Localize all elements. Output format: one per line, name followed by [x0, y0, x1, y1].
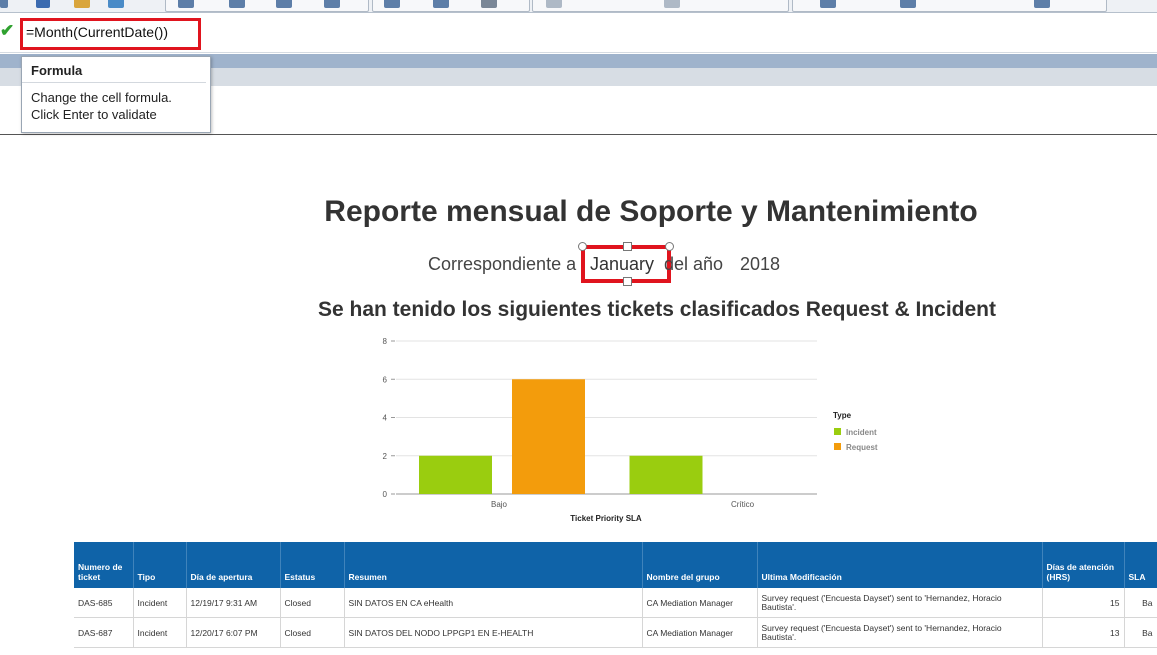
toolbar	[0, 0, 1157, 13]
formula-text: =Month(CurrentDate())	[26, 24, 168, 40]
toolbar-button-8[interactable]	[384, 0, 400, 8]
toolbar-group-4	[792, 0, 1107, 12]
toolbar-button-15[interactable]	[1034, 0, 1050, 8]
subtitle-prefix: Correspondiente a	[428, 254, 577, 274]
subtitle-mid: del año	[664, 254, 724, 274]
y-tick-label: 6	[383, 375, 388, 384]
refresh-icon[interactable]	[108, 0, 124, 8]
bar-incident-1	[629, 455, 703, 494]
cell-resumen[interactable]: SIN DATOS DEL NODO LPPGP1 EN E-HEALTH	[344, 617, 643, 648]
tooltip-title: Formula	[22, 57, 206, 83]
resize-handle-tr[interactable]	[665, 242, 674, 251]
col-header-ultima-modificacion[interactable]: Ultima Modificación	[757, 542, 1043, 588]
cell-grupo[interactable]: CA Mediation Manager	[642, 617, 758, 648]
y-tick-label: 2	[383, 452, 388, 461]
col-header-estatus[interactable]: Estatus	[280, 542, 345, 588]
toolbar-button-11[interactable]	[546, 0, 562, 8]
resize-handle-tc[interactable]	[623, 242, 632, 251]
section-title: Se han tenido los siguientes tickets cla…	[317, 298, 996, 321]
tooltip-line-1: Change the cell formula.	[31, 90, 172, 105]
cell-estatus[interactable]: Closed	[280, 588, 345, 618]
cell-estatus[interactable]: Closed	[280, 617, 345, 648]
tickets-table: Numero de ticket Tipo Día de apertura Es…	[74, 542, 1157, 648]
col-header-sla[interactable]: SLA	[1124, 542, 1157, 588]
y-tick-label: 4	[383, 414, 388, 423]
toolbar-button-7[interactable]	[324, 0, 340, 8]
toolbar-button-4[interactable]	[178, 0, 194, 8]
toolbar-button-10[interactable]	[481, 0, 497, 8]
toolbar-button-3[interactable]	[74, 0, 90, 8]
ticket-chart: 0 2 4 6 8 Bajo Crítico Ticket Priority SLA Type I…	[370, 330, 890, 530]
cell-numero[interactable]: DAS-685	[74, 588, 134, 618]
y-tick-label: 0	[383, 490, 388, 499]
cell-sla[interactable]: Ba	[1124, 617, 1157, 648]
chart-svg: 0 2 4 6 8 Bajo Crítico Ticket Priority SLA Type I…	[383, 337, 878, 523]
toolbar-button-13[interactable]	[820, 0, 836, 8]
tooltip-body: Change the cell formula. Click Enter to …	[22, 83, 210, 129]
legend-title: Type	[833, 411, 852, 420]
cell-tipo[interactable]: Incident	[133, 617, 187, 648]
cell-dias-atencion[interactable]: 13	[1042, 617, 1125, 648]
col-header-dia-apertura[interactable]: Día de apertura	[186, 542, 281, 588]
formula-input[interactable]: =Month(CurrentDate())	[20, 18, 201, 50]
toolbar-button-6[interactable]	[276, 0, 292, 8]
toolbar-button-14[interactable]	[900, 0, 916, 8]
cell-grupo[interactable]: CA Mediation Manager	[642, 588, 758, 618]
x-axis-title: Ticket Priority SLA	[570, 514, 642, 523]
col-header-dias-atencion[interactable]: Días de atención (HRS)	[1042, 542, 1125, 588]
resize-handle-tl[interactable]	[578, 242, 587, 251]
cell-dia-apertura[interactable]: 12/19/17 9:31 AM	[186, 588, 281, 618]
formula-tooltip: Formula Change the cell formula. Click E…	[21, 56, 211, 133]
legend-label-request: Request	[846, 443, 878, 452]
col-header-tipo[interactable]: Tipo	[133, 542, 187, 588]
toolbar-button-12[interactable]	[664, 0, 680, 8]
validate-check-icon[interactable]: ✔	[0, 22, 14, 40]
col-header-grupo[interactable]: Nombre del grupo	[642, 542, 758, 588]
resize-handle-bc[interactable]	[623, 277, 632, 286]
cell-dias-atencion[interactable]: 15	[1042, 588, 1125, 618]
bar-incident-0	[419, 455, 492, 494]
subtitle-year: 2018	[740, 254, 781, 274]
table-header-row: Numero de ticket Tipo Día de apertura Es…	[74, 542, 1157, 588]
cell-resumen[interactable]: SIN DATOS EN CA eHealth	[344, 588, 643, 618]
toolbar-group-3	[532, 0, 789, 12]
bar-request-0	[512, 379, 585, 494]
toolbar-button-1[interactable]	[0, 0, 8, 8]
cell-dia-apertura[interactable]: 12/20/17 6:07 PM	[186, 617, 281, 648]
report-title: Reporte mensual de Soporte y Mantenimien…	[324, 195, 978, 228]
cell-ultima-modificacion[interactable]: Survey request ('Encuesta Dayset') sent …	[757, 617, 1043, 648]
cell-tipo[interactable]: Incident	[133, 588, 187, 618]
toolbar-button-9[interactable]	[433, 0, 449, 8]
col-header-numero[interactable]: Numero de ticket	[74, 542, 134, 588]
delete-icon[interactable]	[36, 0, 50, 8]
x-tick-label: Crítico	[731, 500, 755, 509]
toolbar-button-5[interactable]	[229, 0, 245, 8]
x-tick-label: Bajo	[491, 500, 508, 509]
separator-line	[0, 134, 1157, 135]
month-value[interactable]: January	[590, 254, 654, 275]
legend-swatch-incident	[834, 428, 841, 435]
y-tick-label: 8	[383, 337, 388, 346]
cell-numero[interactable]: DAS-687	[74, 617, 134, 648]
table-row[interactable]: DAS-685 Incident 12/19/17 9:31 AM Closed…	[74, 588, 1157, 618]
tooltip-line-2: Click Enter to validate	[31, 107, 157, 122]
table-row[interactable]: DAS-687 Incident 12/20/17 6:07 PM Closed…	[74, 617, 1157, 648]
legend-swatch-request	[834, 443, 841, 450]
legend-label-incident: Incident	[846, 428, 877, 437]
cell-sla[interactable]: Ba	[1124, 588, 1157, 618]
col-header-resumen[interactable]: Resumen	[344, 542, 643, 588]
cell-ultima-modificacion[interactable]: Survey request ('Encuesta Dayset') sent …	[757, 588, 1043, 618]
